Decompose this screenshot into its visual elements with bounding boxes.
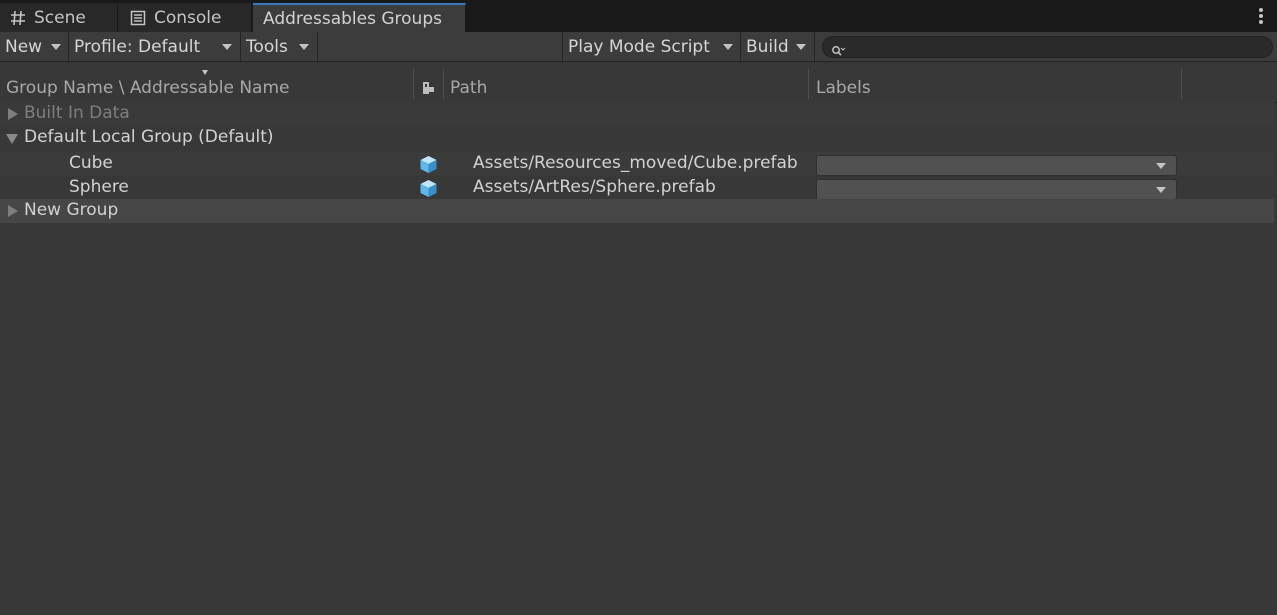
tab-console[interactable]: Console bbox=[118, 3, 252, 32]
play-mode-script-label: Play Mode Script bbox=[568, 36, 710, 57]
chevron-down-icon bbox=[796, 44, 806, 50]
group-row-built-in-data[interactable]: Built In Data bbox=[0, 102, 1274, 126]
expand-arrow-icon[interactable] bbox=[8, 108, 18, 120]
column-header-name[interactable]: Group Name \ Addressable Name bbox=[6, 78, 290, 98]
group-row-new-group[interactable]: New Group bbox=[0, 199, 1274, 223]
build-dropdown-label: Build bbox=[746, 36, 789, 57]
chevron-down-icon bbox=[723, 44, 733, 50]
entry-name: Sphere bbox=[69, 177, 129, 197]
search-input[interactable] bbox=[849, 38, 1259, 56]
column-header-path[interactable]: Path bbox=[450, 78, 487, 98]
prefab-cube-icon bbox=[419, 155, 438, 174]
profile-dropdown-label: Profile: Default bbox=[74, 36, 201, 57]
chevron-down-icon bbox=[51, 44, 61, 50]
tab-scene[interactable]: Scene bbox=[0, 3, 118, 32]
entry-path: Assets/Resources_moved/Cube.prefab bbox=[473, 153, 798, 173]
column-header: Group Name \ Addressable Name Path Label… bbox=[0, 63, 1277, 103]
asset-type-icon[interactable] bbox=[421, 80, 437, 96]
tab-addressables-groups[interactable]: Addressables Groups bbox=[253, 3, 466, 32]
entry-name: Cube bbox=[69, 153, 113, 173]
collapse-arrow-icon[interactable] bbox=[6, 134, 18, 144]
tools-dropdown-label: Tools bbox=[246, 36, 288, 57]
search-icon bbox=[831, 42, 846, 56]
entry-row[interactable]: Cube Assets/Resources_moved/Cube.prefab bbox=[0, 152, 1274, 176]
chevron-down-icon bbox=[222, 44, 232, 50]
labels-dropdown[interactable] bbox=[816, 155, 1177, 176]
chevron-down-icon bbox=[1156, 187, 1166, 193]
entry-path: Assets/ArtRes/Sphere.prefab bbox=[473, 177, 716, 197]
console-icon bbox=[130, 10, 146, 26]
chevron-down-icon bbox=[1156, 163, 1166, 169]
new-dropdown-button[interactable]: New bbox=[0, 32, 69, 61]
tab-scene-label: Scene bbox=[34, 7, 86, 28]
tab-console-label: Console bbox=[154, 7, 222, 28]
entry-row[interactable]: Sphere Assets/ArtRes/Sphere.prefab bbox=[0, 176, 1274, 200]
group-name: Built In Data bbox=[24, 103, 130, 123]
toolbar: New Profile: Default Tools Play Mode Scr… bbox=[0, 32, 1277, 62]
column-header-labels[interactable]: Labels bbox=[816, 78, 871, 98]
group-name: New Group bbox=[24, 200, 119, 220]
profile-dropdown-button[interactable]: Profile: Default bbox=[69, 32, 241, 61]
chevron-down-icon bbox=[299, 44, 309, 50]
editor-tab-bar: Scene Console Addressables Groups bbox=[0, 0, 1277, 32]
column-divider[interactable] bbox=[413, 69, 414, 99]
search-field[interactable] bbox=[822, 36, 1273, 58]
column-divider[interactable] bbox=[443, 69, 444, 99]
group-row-default-local-group[interactable]: Default Local Group (Default) bbox=[0, 126, 1274, 150]
sort-arrow-icon[interactable] bbox=[202, 70, 208, 75]
column-divider[interactable] bbox=[808, 69, 809, 99]
new-dropdown-label: New bbox=[5, 36, 43, 57]
labels-dropdown[interactable] bbox=[816, 179, 1177, 200]
prefab-cube-icon bbox=[419, 179, 438, 198]
group-name: Default Local Group (Default) bbox=[24, 127, 274, 147]
column-divider[interactable] bbox=[1181, 69, 1182, 99]
tools-dropdown-button[interactable]: Tools bbox=[241, 32, 318, 61]
expand-arrow-icon[interactable] bbox=[8, 205, 18, 217]
more-options-icon[interactable] bbox=[1259, 8, 1263, 24]
build-dropdown-button[interactable]: Build bbox=[741, 32, 815, 61]
play-mode-script-dropdown-button[interactable]: Play Mode Script bbox=[562, 32, 741, 61]
tab-addressables-groups-label: Addressables Groups bbox=[263, 8, 442, 29]
grid-icon bbox=[10, 10, 26, 26]
